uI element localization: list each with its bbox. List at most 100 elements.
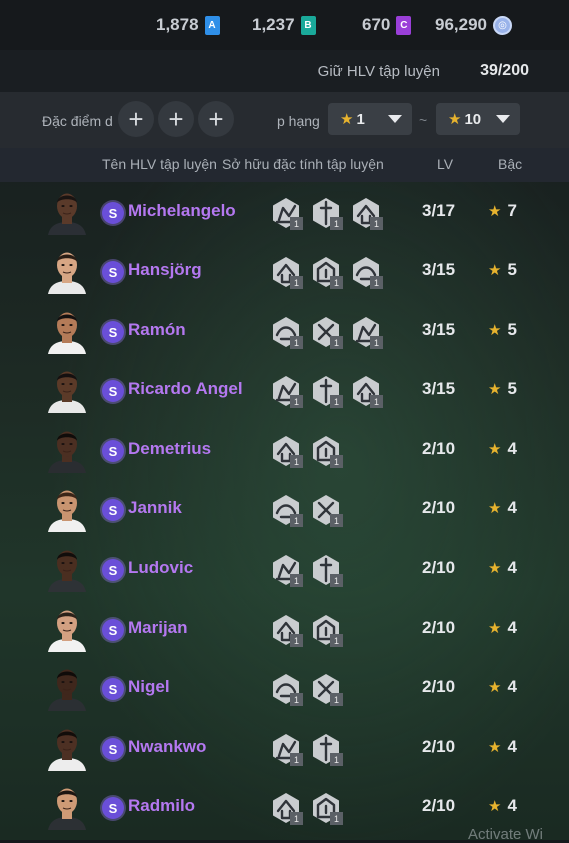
rank-s-badge-icon: S (102, 559, 124, 581)
coach-grade-value: 4 (507, 558, 517, 577)
rank-s-badge-icon: S (102, 619, 124, 641)
training-trait-icon[interactable]: 1 (309, 732, 343, 766)
training-trait-icon[interactable]: 1 (269, 613, 303, 647)
coach-row[interactable]: S Marijan 1 1 2/10 ★ 4 (0, 601, 569, 657)
rank-s-badge-icon: S (102, 738, 124, 760)
coach-row[interactable]: S Nigel 1 1 2/10 ★ 4 (0, 660, 569, 716)
training-trait-icon[interactable]: 1 (269, 196, 303, 230)
coach-level: 2/10 (422, 796, 456, 815)
star-icon: ★ (448, 111, 462, 128)
coach-name: Ramón (128, 320, 186, 339)
training-trait-icon[interactable]: 1 (349, 255, 383, 289)
capacity-value: 39/200 (480, 62, 529, 79)
rank-from-select[interactable]: ★ 1 (328, 103, 412, 135)
trait-level: 1 (370, 217, 383, 230)
training-trait-icon[interactable]: 1 (269, 672, 303, 706)
training-trait-icon[interactable]: 1 (309, 553, 343, 587)
coach-grade-value: 5 (507, 260, 517, 279)
trait-list: 1 1 1 (269, 255, 383, 289)
trait-list: 11 (269, 553, 343, 587)
column-name[interactable]: Tên HLV tập luyện (102, 156, 217, 172)
trait-level: 1 (330, 395, 343, 408)
rank-to-select[interactable]: ★ 10 (436, 103, 520, 135)
training-trait-icon[interactable]: 1 (309, 493, 343, 527)
star-icon: ★ (488, 679, 502, 696)
trait-list: 11 (269, 732, 343, 766)
trait-list: 11 (269, 493, 343, 527)
coach-name: Nigel (128, 677, 170, 696)
training-trait-icon[interactable]: 1 (269, 791, 303, 825)
coach-row[interactable]: S Hansjörg 1 1 1 3/15 ★ 5 (0, 243, 569, 299)
coach-row[interactable]: S Demetrius 1 1 2/10 ★ 4 (0, 422, 569, 478)
trait-list: 11 (269, 791, 343, 825)
training-trait-icon[interactable]: 1 (269, 553, 303, 587)
star-icon: ★ (488, 560, 502, 577)
coach-level: 3/15 (422, 379, 456, 398)
coach-portrait (46, 782, 88, 830)
training-trait-icon[interactable]: 1 (309, 791, 343, 825)
coach-portrait (46, 425, 88, 473)
star-icon: ★ (340, 111, 354, 128)
coach-row[interactable]: S Ramón 1 1 1 3/15 ★ 5 (0, 303, 569, 359)
training-trait-icon[interactable]: 1 (309, 315, 343, 349)
trait-list: 11 (269, 613, 343, 647)
coach-portrait (46, 663, 88, 711)
training-trait-icon[interactable]: 1 (309, 196, 343, 230)
c-ticket-icon: C (396, 15, 412, 35)
training-trait-icon[interactable]: 1 (269, 255, 303, 289)
column-grade[interactable]: Bậc (498, 156, 522, 172)
trait-level: 1 (290, 276, 303, 289)
range-separator: ~ (419, 112, 428, 128)
training-trait-icon[interactable]: 1 (309, 255, 343, 289)
currency-c: 670 C (362, 14, 412, 36)
currency-c-value: 670 (362, 15, 391, 34)
trait-level: 1 (290, 812, 303, 825)
add-trait-filter-button-2[interactable]: + (158, 101, 194, 137)
add-trait-filter-button-1[interactable]: + (118, 101, 154, 137)
coach-grade-value: 5 (507, 320, 517, 339)
currency-bar: 1,878 A 1,237 B 670 C 96,290 ◎ (0, 0, 569, 50)
rank-s-badge-icon: S (102, 440, 124, 462)
coach-grade-value: 4 (507, 677, 517, 696)
trait-level: 1 (290, 217, 303, 230)
training-trait-icon[interactable]: 1 (309, 672, 343, 706)
coach-name: Jannik (128, 498, 182, 517)
trait-list: 1 1 1 (269, 196, 383, 230)
currency-b: 1,237 B (252, 14, 316, 36)
coach-name: Hansjörg (128, 260, 202, 279)
trait-level: 1 (370, 395, 383, 408)
coach-grade-value: 4 (507, 439, 517, 458)
coach-level: 2/10 (422, 618, 456, 637)
coach-level: 3/17 (422, 201, 456, 220)
coach-grade: ★ 4 (488, 737, 517, 757)
add-trait-filter-button-3[interactable]: + (198, 101, 234, 137)
column-lv[interactable]: LV (437, 156, 453, 172)
training-trait-icon[interactable]: 1 (309, 613, 343, 647)
rank-filter-label: p hạng (277, 113, 320, 129)
training-trait-icon[interactable]: 1 (349, 315, 383, 349)
training-trait-icon[interactable]: 1 (269, 434, 303, 468)
coach-row[interactable]: S Ricardo Angel 1 1 1 3/15 ★ 5 (0, 362, 569, 418)
rank-s-badge-icon: S (102, 678, 124, 700)
training-trait-icon[interactable]: 1 (269, 493, 303, 527)
coach-grade: ★ 5 (488, 260, 517, 280)
training-trait-icon[interactable]: 1 (269, 374, 303, 408)
training-trait-icon[interactable]: 1 (309, 434, 343, 468)
chevron-down-icon (496, 115, 510, 123)
training-trait-icon[interactable]: 1 (269, 732, 303, 766)
coach-portrait (46, 604, 88, 652)
coach-row[interactable]: S Michelangelo 1 1 1 3/17 ★ 7 (0, 184, 569, 240)
coach-portrait (46, 246, 88, 294)
star-icon: ★ (488, 620, 502, 637)
currency-a-value: 1,878 (156, 15, 199, 34)
training-trait-icon[interactable]: 1 (269, 315, 303, 349)
training-trait-icon[interactable]: 1 (349, 196, 383, 230)
coach-row[interactable]: S Ludovic 1 1 2/10 ★ 4 (0, 541, 569, 597)
coach-row[interactable]: S Nwankwo 1 1 2/10 ★ 4 (0, 720, 569, 776)
trait-list: 11 (269, 434, 343, 468)
column-traits[interactable]: Sở hữu đặc tính tập luyện (222, 156, 384, 172)
coach-row[interactable]: S Jannik 1 1 2/10 ★ 4 (0, 481, 569, 537)
trait-level: 1 (290, 514, 303, 527)
training-trait-icon[interactable]: 1 (309, 374, 343, 408)
training-trait-icon[interactable]: 1 (349, 374, 383, 408)
